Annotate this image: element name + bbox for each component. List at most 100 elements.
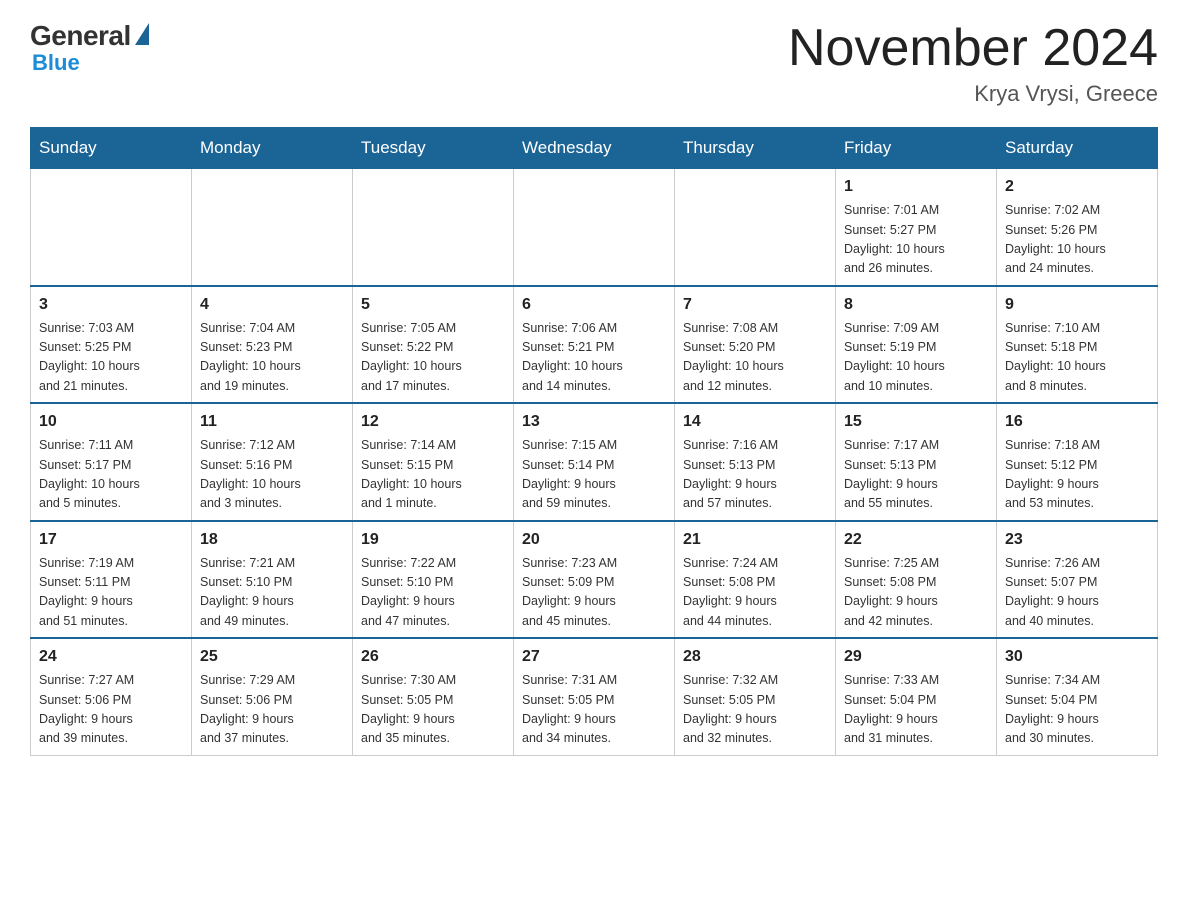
day-number: 26: [361, 645, 505, 669]
day-info: Sunrise: 7:26 AMSunset: 5:07 PMDaylight:…: [1005, 554, 1149, 632]
day-number: 5: [361, 293, 505, 317]
day-info: Sunrise: 7:05 AMSunset: 5:22 PMDaylight:…: [361, 319, 505, 397]
calendar-cell: 25Sunrise: 7:29 AMSunset: 5:06 PMDayligh…: [192, 638, 353, 755]
day-info: Sunrise: 7:30 AMSunset: 5:05 PMDaylight:…: [361, 671, 505, 749]
calendar-cell: 3Sunrise: 7:03 AMSunset: 5:25 PMDaylight…: [31, 286, 192, 404]
calendar-cell: 9Sunrise: 7:10 AMSunset: 5:18 PMDaylight…: [997, 286, 1158, 404]
day-number: 20: [522, 528, 666, 552]
day-info: Sunrise: 7:03 AMSunset: 5:25 PMDaylight:…: [39, 319, 183, 397]
calendar-week-row: 10Sunrise: 7:11 AMSunset: 5:17 PMDayligh…: [31, 403, 1158, 521]
day-number: 24: [39, 645, 183, 669]
day-number: 14: [683, 410, 827, 434]
day-number: 4: [200, 293, 344, 317]
day-info: Sunrise: 7:24 AMSunset: 5:08 PMDaylight:…: [683, 554, 827, 632]
logo: General Blue: [30, 20, 149, 76]
day-number: 30: [1005, 645, 1149, 669]
calendar-cell: 20Sunrise: 7:23 AMSunset: 5:09 PMDayligh…: [514, 521, 675, 639]
day-info: Sunrise: 7:01 AMSunset: 5:27 PMDaylight:…: [844, 201, 988, 279]
day-info: Sunrise: 7:11 AMSunset: 5:17 PMDaylight:…: [39, 436, 183, 514]
day-info: Sunrise: 7:31 AMSunset: 5:05 PMDaylight:…: [522, 671, 666, 749]
calendar-cell: 4Sunrise: 7:04 AMSunset: 5:23 PMDaylight…: [192, 286, 353, 404]
calendar-cell: 1Sunrise: 7:01 AMSunset: 5:27 PMDaylight…: [836, 169, 997, 286]
location-subtitle: Krya Vrysi, Greece: [788, 81, 1158, 107]
calendar-cell: 22Sunrise: 7:25 AMSunset: 5:08 PMDayligh…: [836, 521, 997, 639]
calendar-day-header: Thursday: [675, 128, 836, 169]
day-number: 9: [1005, 293, 1149, 317]
calendar-cell: 27Sunrise: 7:31 AMSunset: 5:05 PMDayligh…: [514, 638, 675, 755]
day-number: 7: [683, 293, 827, 317]
day-info: Sunrise: 7:04 AMSunset: 5:23 PMDaylight:…: [200, 319, 344, 397]
calendar-cell: 10Sunrise: 7:11 AMSunset: 5:17 PMDayligh…: [31, 403, 192, 521]
calendar-day-header: Monday: [192, 128, 353, 169]
day-info: Sunrise: 7:32 AMSunset: 5:05 PMDaylight:…: [683, 671, 827, 749]
calendar-cell: 24Sunrise: 7:27 AMSunset: 5:06 PMDayligh…: [31, 638, 192, 755]
calendar-week-row: 24Sunrise: 7:27 AMSunset: 5:06 PMDayligh…: [31, 638, 1158, 755]
calendar-cell: 11Sunrise: 7:12 AMSunset: 5:16 PMDayligh…: [192, 403, 353, 521]
logo-blue-text: Blue: [32, 50, 80, 76]
day-info: Sunrise: 7:29 AMSunset: 5:06 PMDaylight:…: [200, 671, 344, 749]
day-number: 13: [522, 410, 666, 434]
day-number: 23: [1005, 528, 1149, 552]
calendar-cell: [675, 169, 836, 286]
day-number: 8: [844, 293, 988, 317]
day-number: 16: [1005, 410, 1149, 434]
calendar-day-header: Wednesday: [514, 128, 675, 169]
day-info: Sunrise: 7:19 AMSunset: 5:11 PMDaylight:…: [39, 554, 183, 632]
day-number: 19: [361, 528, 505, 552]
day-number: 22: [844, 528, 988, 552]
calendar-week-row: 3Sunrise: 7:03 AMSunset: 5:25 PMDaylight…: [31, 286, 1158, 404]
calendar-week-row: 1Sunrise: 7:01 AMSunset: 5:27 PMDaylight…: [31, 169, 1158, 286]
calendar-cell: 28Sunrise: 7:32 AMSunset: 5:05 PMDayligh…: [675, 638, 836, 755]
calendar-cell: 14Sunrise: 7:16 AMSunset: 5:13 PMDayligh…: [675, 403, 836, 521]
day-info: Sunrise: 7:10 AMSunset: 5:18 PMDaylight:…: [1005, 319, 1149, 397]
calendar-cell: 7Sunrise: 7:08 AMSunset: 5:20 PMDaylight…: [675, 286, 836, 404]
calendar-cell: [192, 169, 353, 286]
calendar-cell: 29Sunrise: 7:33 AMSunset: 5:04 PMDayligh…: [836, 638, 997, 755]
calendar-cell: 5Sunrise: 7:05 AMSunset: 5:22 PMDaylight…: [353, 286, 514, 404]
day-info: Sunrise: 7:15 AMSunset: 5:14 PMDaylight:…: [522, 436, 666, 514]
calendar-cell: 23Sunrise: 7:26 AMSunset: 5:07 PMDayligh…: [997, 521, 1158, 639]
calendar-cell: [353, 169, 514, 286]
day-info: Sunrise: 7:12 AMSunset: 5:16 PMDaylight:…: [200, 436, 344, 514]
day-info: Sunrise: 7:23 AMSunset: 5:09 PMDaylight:…: [522, 554, 666, 632]
day-info: Sunrise: 7:25 AMSunset: 5:08 PMDaylight:…: [844, 554, 988, 632]
day-info: Sunrise: 7:02 AMSunset: 5:26 PMDaylight:…: [1005, 201, 1149, 279]
day-info: Sunrise: 7:14 AMSunset: 5:15 PMDaylight:…: [361, 436, 505, 514]
day-number: 28: [683, 645, 827, 669]
calendar-day-header: Sunday: [31, 128, 192, 169]
day-number: 2: [1005, 175, 1149, 199]
day-number: 29: [844, 645, 988, 669]
title-section: November 2024 Krya Vrysi, Greece: [788, 20, 1158, 107]
day-number: 11: [200, 410, 344, 434]
day-number: 10: [39, 410, 183, 434]
calendar-day-header: Friday: [836, 128, 997, 169]
calendar-cell: 17Sunrise: 7:19 AMSunset: 5:11 PMDayligh…: [31, 521, 192, 639]
logo-triangle-icon: [135, 23, 149, 45]
day-info: Sunrise: 7:17 AMSunset: 5:13 PMDaylight:…: [844, 436, 988, 514]
day-info: Sunrise: 7:27 AMSunset: 5:06 PMDaylight:…: [39, 671, 183, 749]
calendar-cell: [514, 169, 675, 286]
day-info: Sunrise: 7:22 AMSunset: 5:10 PMDaylight:…: [361, 554, 505, 632]
calendar-cell: 8Sunrise: 7:09 AMSunset: 5:19 PMDaylight…: [836, 286, 997, 404]
day-info: Sunrise: 7:16 AMSunset: 5:13 PMDaylight:…: [683, 436, 827, 514]
day-info: Sunrise: 7:09 AMSunset: 5:19 PMDaylight:…: [844, 319, 988, 397]
day-info: Sunrise: 7:08 AMSunset: 5:20 PMDaylight:…: [683, 319, 827, 397]
calendar-week-row: 17Sunrise: 7:19 AMSunset: 5:11 PMDayligh…: [31, 521, 1158, 639]
day-number: 3: [39, 293, 183, 317]
day-number: 21: [683, 528, 827, 552]
calendar-cell: 12Sunrise: 7:14 AMSunset: 5:15 PMDayligh…: [353, 403, 514, 521]
day-info: Sunrise: 7:06 AMSunset: 5:21 PMDaylight:…: [522, 319, 666, 397]
day-number: 6: [522, 293, 666, 317]
day-info: Sunrise: 7:33 AMSunset: 5:04 PMDaylight:…: [844, 671, 988, 749]
calendar-table: SundayMondayTuesdayWednesdayThursdayFrid…: [30, 127, 1158, 756]
calendar-cell: 2Sunrise: 7:02 AMSunset: 5:26 PMDaylight…: [997, 169, 1158, 286]
calendar-cell: 13Sunrise: 7:15 AMSunset: 5:14 PMDayligh…: [514, 403, 675, 521]
page-header: General Blue November 2024 Krya Vrysi, G…: [30, 20, 1158, 107]
calendar-cell: 30Sunrise: 7:34 AMSunset: 5:04 PMDayligh…: [997, 638, 1158, 755]
calendar-cell: [31, 169, 192, 286]
day-number: 1: [844, 175, 988, 199]
day-number: 25: [200, 645, 344, 669]
day-number: 15: [844, 410, 988, 434]
calendar-cell: 18Sunrise: 7:21 AMSunset: 5:10 PMDayligh…: [192, 521, 353, 639]
calendar-cell: 19Sunrise: 7:22 AMSunset: 5:10 PMDayligh…: [353, 521, 514, 639]
